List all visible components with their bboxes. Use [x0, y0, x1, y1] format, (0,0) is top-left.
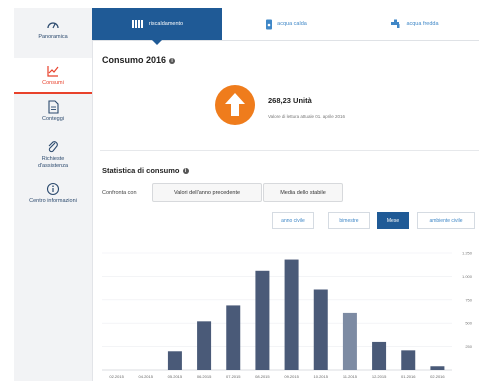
- chart-bar[interactable]: [284, 259, 299, 370]
- x-tick-label: 10.2015: [314, 374, 329, 379]
- compare-previous-year-button[interactable]: Valori dell'anno precedente: [152, 183, 262, 202]
- x-tick-label: 09.2015: [284, 374, 299, 379]
- x-tick-label: 08.2015: [255, 374, 270, 379]
- statistica-title: Statistica di consumo i: [102, 166, 189, 175]
- sidebar-item-centro-informazioni[interactable]: Centro informazioni: [14, 182, 92, 212]
- info-dot-icon[interactable]: i: [182, 168, 189, 175]
- x-tick-label: 06.2015: [197, 374, 212, 379]
- chart-bar[interactable]: [255, 270, 270, 370]
- x-tick-label: 11.2015: [343, 374, 358, 379]
- sidebar-item-label: Richieste d'assistenza: [37, 156, 69, 169]
- tab-label: acqua fredda: [406, 21, 439, 27]
- chart-bar[interactable]: [226, 305, 241, 370]
- consumption-bar-chart: 250 500 750 1.000 1.250 02.2015 04.2015 05.2015…: [102, 251, 473, 379]
- x-tick-label: 02.2016: [430, 374, 445, 379]
- period-mese-button[interactable]: Mese: [377, 212, 409, 229]
- consumo-trend-badge: [215, 85, 255, 125]
- sidebar-item-label: Consumi: [42, 80, 64, 86]
- utility-tabs: riscaldamento acqua calda acqua fredda: [92, 8, 479, 45]
- sidebar-item-consumi[interactable]: Consumi: [14, 58, 92, 94]
- x-tick-label: 05.2015: [168, 374, 183, 379]
- paperclip-icon: [48, 141, 58, 153]
- x-tick-label: 02.2015: [109, 374, 124, 379]
- info-dot-icon[interactable]: i: [169, 57, 176, 64]
- sidebar-item-conteggi[interactable]: Conteggi: [14, 100, 92, 132]
- chart-bar[interactable]: [430, 366, 445, 370]
- compare-building-average-button[interactable]: Media dello stabile: [263, 183, 343, 202]
- consumo-note: Valore di lettura attuale 01. aprile 201…: [268, 114, 345, 119]
- section-divider: [100, 150, 479, 151]
- x-tick-label: 04.2015: [139, 374, 154, 379]
- chart-bar[interactable]: [197, 321, 212, 370]
- x-tick-label: 12.2015: [372, 374, 387, 379]
- sidebar-item-panoramica[interactable]: Panoramica: [14, 18, 92, 50]
- chart-bar[interactable]: [372, 341, 387, 370]
- chart-bar[interactable]: [313, 289, 328, 370]
- consumo-title: Consumo 2016 i: [102, 55, 176, 65]
- gauge-icon: [47, 22, 59, 29]
- y-tick-label: 500: [465, 321, 472, 326]
- x-tick-label: 07.2015: [226, 374, 241, 379]
- period-ambiente-civile-button[interactable]: ambiente civile: [417, 212, 475, 229]
- tab-acqua-calda[interactable]: acqua calda: [222, 8, 350, 40]
- water-heater-icon: [266, 19, 273, 29]
- chart-bar[interactable]: [167, 351, 182, 370]
- consumo-value: 268,23 Unità: [268, 96, 312, 105]
- sidebar-item-label: Panoramica: [38, 34, 68, 40]
- tab-acqua-fredda[interactable]: acqua fredda: [350, 8, 479, 40]
- radiator-icon: [131, 20, 143, 28]
- arrow-up-icon: [225, 93, 245, 116]
- faucet-icon: [391, 19, 400, 28]
- info-icon: [46, 182, 60, 196]
- y-tick-label: 750: [465, 297, 472, 302]
- period-anno-civile-button[interactable]: anno civile: [272, 212, 314, 229]
- tab-riscaldamento[interactable]: riscaldamento: [92, 8, 222, 45]
- x-tick-label: 01.2016: [401, 374, 416, 379]
- chart-bar[interactable]: [342, 312, 357, 370]
- chart-bar[interactable]: [401, 350, 416, 370]
- tab-label: acqua calda: [277, 21, 307, 27]
- tab-label: riscaldamento: [148, 21, 184, 27]
- main-content: Consumo 2016 i 268,23 Unità Valore di let…: [92, 40, 479, 381]
- sidebar-item-label: Conteggi: [41, 116, 65, 122]
- confronta-label: Confronta con: [102, 190, 137, 196]
- y-tick-label: 1.250: [462, 251, 473, 256]
- sidebar-item-richieste[interactable]: Richieste d'assistenza: [14, 140, 92, 180]
- sidebar-item-label: Centro informazioni: [29, 198, 77, 204]
- y-tick-label: 1.000: [462, 274, 473, 279]
- document-icon: [48, 100, 59, 114]
- y-tick-label: 250: [465, 344, 472, 349]
- sidebar: Panoramica Consumi Conteggi Richieste d'…: [14, 8, 93, 381]
- period-bimestre-button[interactable]: bimestre: [328, 212, 370, 229]
- chart-line-icon: [47, 66, 59, 77]
